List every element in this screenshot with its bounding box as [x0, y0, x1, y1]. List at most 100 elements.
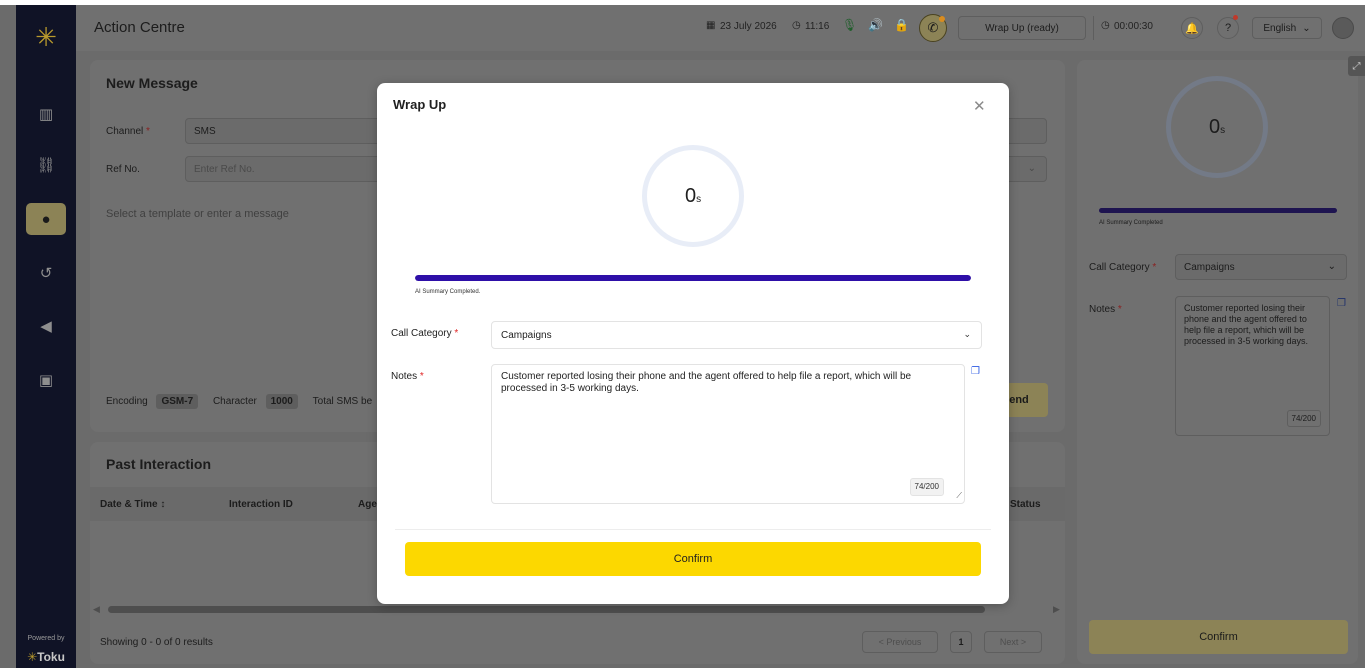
past-interaction-title: Past Interaction	[106, 456, 212, 472]
side-notes-textarea[interactable]: Customer reported losing their phone and…	[1175, 296, 1330, 436]
close-icon[interactable]: ✕	[973, 97, 986, 115]
header-time: 11:16	[805, 21, 830, 32]
encoding-label: Encoding	[106, 396, 148, 407]
brand-name: Toku	[37, 650, 65, 664]
lock-icon[interactable]: 🔒	[894, 18, 909, 32]
side-notes-label: Notes *	[1089, 304, 1122, 315]
notes-textarea[interactable]: Customer reported losing their phone and…	[491, 364, 965, 504]
side-notes-counter: 74/200	[1286, 410, 1321, 427]
external-link-icon[interactable]: ⤢	[1348, 56, 1365, 76]
call-category-select[interactable]: Campaigns ⌄	[491, 321, 982, 349]
encoding-value: GSM-7	[156, 394, 199, 409]
logo-icon: ✳	[35, 22, 57, 52]
page-title: Action Centre	[94, 19, 185, 36]
language-label: English	[1263, 22, 1297, 34]
side-call-category-value: Campaigns	[1184, 262, 1235, 273]
channel-label: Channel *	[106, 126, 150, 137]
column-status: Status	[1010, 499, 1041, 510]
top-header: Action Centre ▦ 23 July 2026 ◷ 11:16 🎙 🔊…	[76, 5, 1365, 51]
modal-title: Wrap Up	[393, 97, 447, 112]
microphone-icon[interactable]: 🎙	[842, 18, 857, 32]
side-confirm-button[interactable]: Confirm	[1089, 620, 1348, 654]
scroll-left-icon[interactable]: ◀	[93, 604, 100, 615]
side-call-category-select[interactable]: Campaigns ⌄	[1175, 254, 1347, 280]
header-divider	[1093, 16, 1094, 40]
chat-bubble-icon: ●	[41, 210, 51, 228]
agent-status-pill[interactable]: Wrap Up (ready)	[958, 16, 1086, 40]
character-value: 1000	[265, 394, 298, 409]
column-date-time[interactable]: Date & Time ↕	[100, 499, 165, 510]
side-notes-label-text: Notes	[1089, 304, 1116, 315]
brand-logo: ✳Toku	[16, 650, 76, 664]
required-mark: *	[1115, 304, 1122, 315]
side-copy-icon[interactable]: ❐	[1337, 298, 1346, 309]
sidebar-item-analytics[interactable]: ▥	[26, 98, 66, 130]
side-ai-summary-label: AI Summary Completed	[1099, 220, 1163, 226]
help-button[interactable]: ?	[1217, 17, 1239, 39]
sidebar-item-network[interactable]: ⛓	[26, 149, 66, 181]
modal-timer-circle: 0s	[642, 145, 744, 247]
ai-summary-progress-bar	[415, 275, 971, 281]
speaker-icon[interactable]: 🔊	[868, 18, 883, 32]
next-page-button[interactable]: Next >	[984, 631, 1042, 653]
sidebar-item-campaigns[interactable]: ◀	[26, 310, 66, 342]
modal-timer-unit: s	[696, 193, 702, 205]
network-icon: ⛓	[36, 157, 56, 174]
call-timer: 00:00:30	[1114, 21, 1153, 32]
page-number-button[interactable]: 1	[950, 631, 972, 653]
bell-icon: 🔔	[1185, 22, 1199, 35]
chevron-down-icon: ⌄	[1027, 163, 1036, 174]
side-notes-text: Customer reported losing their phone and…	[1184, 303, 1309, 346]
scroll-right-icon[interactable]: ▶	[1053, 604, 1060, 615]
contact-card-icon: ▣	[38, 372, 54, 389]
horizontal-scrollbar[interactable]	[108, 606, 985, 613]
call-indicator-dot	[939, 16, 945, 22]
chevron-down-icon: ⌄	[1302, 22, 1311, 34]
notes-label: Notes *	[391, 371, 424, 382]
notes-label-text: Notes	[391, 371, 418, 382]
character-label: Character	[212, 396, 257, 407]
side-timer-unit: s	[1220, 124, 1226, 136]
column-date-time-label: Date & Time	[100, 499, 158, 510]
sidebar-item-contacts[interactable]: ▣	[26, 364, 66, 396]
encoding-info: Encoding GSM-7 Character 1000 Total SMS …	[106, 394, 372, 409]
resize-handle-icon[interactable]: ⟋	[956, 490, 962, 502]
notes-counter: 74/200	[909, 478, 944, 496]
notes-text: Customer reported losing their phone and…	[501, 371, 912, 394]
call-category-label: Call Category *	[391, 328, 458, 339]
call-category-label-text: Call Category	[391, 328, 452, 339]
channel-value: SMS	[194, 126, 216, 137]
required-mark: *	[1149, 262, 1157, 273]
wrap-up-modal: Wrap Up ✕ 0s AI Summary Completed. Call …	[377, 83, 1009, 604]
sidebar-item-history[interactable]: ↺	[26, 257, 66, 289]
channel-label-text: Channel	[106, 126, 144, 137]
results-count: Showing 0 - 0 of 0 results	[100, 637, 213, 648]
powered-by-label: Powered by	[27, 635, 65, 642]
brand-mark-icon: ✳	[27, 650, 38, 664]
side-timer-value: 0	[1208, 115, 1221, 138]
chevron-down-icon: ⌄	[1327, 261, 1336, 272]
sidebar-item-messages[interactable]: ●	[26, 203, 66, 235]
side-timer-circle: 0s	[1166, 76, 1268, 178]
sidebar: ✳ ▥ ⛓ ● ↺ ◀ ▣ Powered by ✳Toku	[16, 5, 76, 668]
ref-no-placeholder: Enter Ref No.	[194, 164, 255, 175]
required-mark: *	[143, 126, 150, 137]
help-icon: ?	[1224, 22, 1232, 34]
required-mark: *	[451, 328, 459, 339]
message-textarea[interactable]: Select a template or enter a message	[106, 208, 289, 220]
previous-page-button[interactable]: < Previous	[862, 631, 938, 653]
avatar[interactable]	[1332, 17, 1354, 39]
stopwatch-icon: ◷	[1101, 20, 1110, 31]
language-select[interactable]: English ⌄	[1252, 17, 1322, 39]
call-button[interactable]: ✆	[919, 14, 947, 42]
confirm-button[interactable]: Confirm	[405, 542, 981, 576]
side-call-category-label-text: Call Category	[1089, 262, 1150, 273]
column-interaction-id: Interaction ID	[229, 499, 293, 510]
help-badge-dot	[1233, 15, 1238, 20]
bar-chart-icon: ▥	[38, 106, 54, 123]
modal-timer-value: 0	[684, 184, 697, 207]
ai-summary-label: AI Summary Completed.	[415, 289, 481, 295]
notification-button[interactable]: 🔔	[1181, 17, 1203, 39]
copy-icon[interactable]: ❐	[971, 366, 980, 377]
required-mark: *	[417, 371, 424, 382]
